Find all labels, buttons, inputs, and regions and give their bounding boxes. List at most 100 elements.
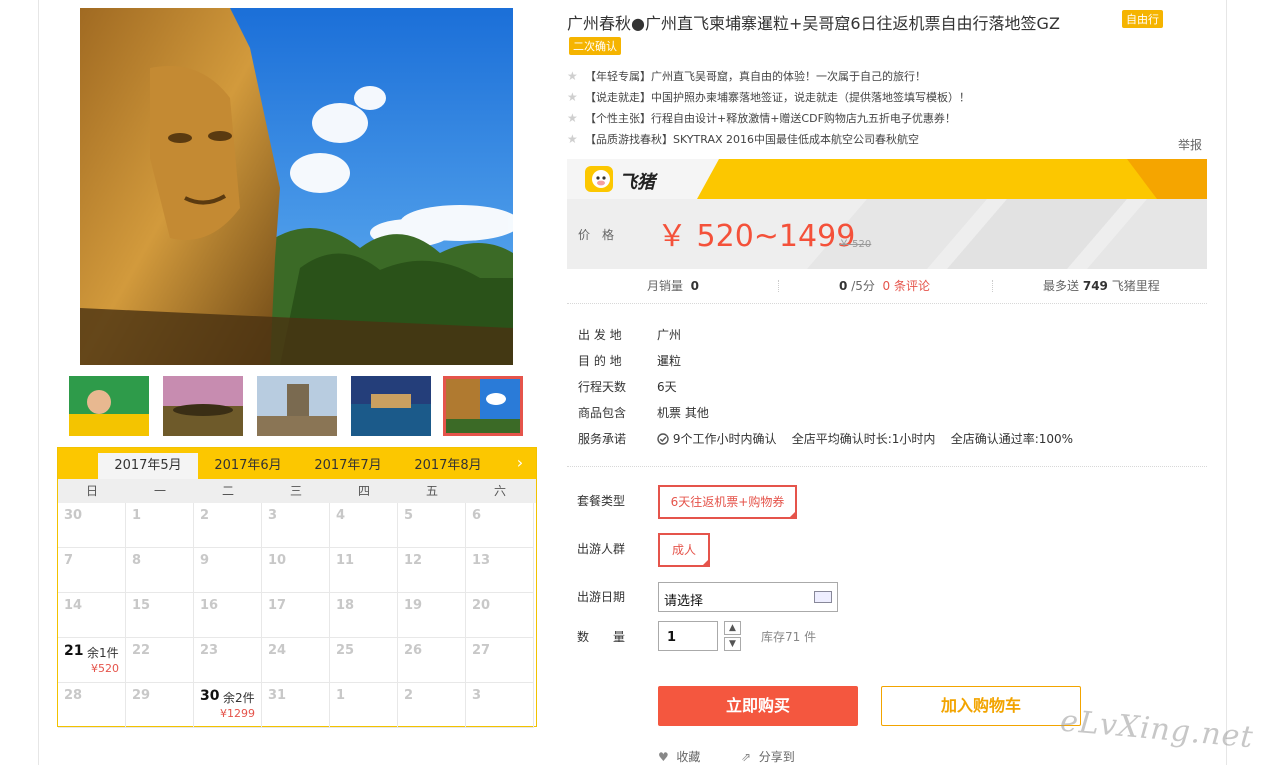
- info-includes: 商品包含 机票 其他: [578, 404, 709, 421]
- calendar-day-cell: 27: [466, 638, 534, 683]
- calendar-day-number: 27: [472, 643, 491, 658]
- calendar-day-cell: 25: [330, 638, 398, 683]
- calendar-month-tabs: 2017年5月 2017年6月 2017年7月 2017年8月 ›: [58, 448, 536, 479]
- star-icon: ★: [567, 69, 578, 83]
- calendar-day-cell: 13: [466, 548, 534, 593]
- package-option-selected[interactable]: 6天往返机票+购物券: [658, 485, 797, 519]
- star-icon: ★: [567, 111, 578, 125]
- travel-date-input[interactable]: 请选择: [658, 582, 838, 612]
- travel-date-label: 出游日期: [577, 590, 626, 604]
- calendar-day-number: 9: [200, 553, 210, 568]
- calendar-tab-august[interactable]: 2017年8月: [398, 453, 498, 479]
- departure-calendar: 2017年5月 2017年6月 2017年7月 2017年8月 › 日 一 二 …: [57, 447, 537, 728]
- weekday-wed: 三: [289, 484, 302, 498]
- weekday-mon: 一: [153, 484, 166, 498]
- info-service: 服务承诺 9个工作小时内确认 全店平均确认时长:1小时内 全店确认通过率:100…: [578, 430, 1073, 447]
- calendar-day-cell: 11: [330, 548, 398, 593]
- calendar-day-cell: 9: [194, 548, 262, 593]
- calendar-day-number: 4: [336, 508, 346, 523]
- reviews-label: 条评论: [893, 279, 930, 293]
- calendar-day-cell: 16: [194, 593, 262, 638]
- includes-label: 商品包含: [578, 406, 627, 420]
- quantity-decrease-button[interactable]: ▼: [724, 637, 741, 651]
- share-link[interactable]: ⇗ 分享到: [741, 748, 795, 765]
- destination-value: 暹粒: [657, 354, 682, 368]
- feature-text: 【说走就走】中国护照办柬埔寨落地签证，说走就走（提供落地签填写模板）！: [585, 91, 970, 104]
- favorite-link[interactable]: ♥ 收藏: [658, 748, 700, 765]
- section-divider: [567, 466, 1207, 467]
- stats-divider: [778, 280, 779, 292]
- calendar-day-cell[interactable]: 30 余2件 ¥1299: [194, 683, 262, 728]
- thumbnail-1[interactable]: [69, 376, 149, 436]
- calendar-tab-may[interactable]: 2017年5月: [98, 453, 198, 479]
- quantity-increase-button[interactable]: ▲: [724, 621, 741, 635]
- calendar-tab-june[interactable]: 2017年6月: [198, 453, 298, 479]
- price-value: ￥ 520~1499: [657, 219, 856, 254]
- thumbnail-2[interactable]: [163, 376, 243, 436]
- departure-label: 出 发 地: [578, 328, 622, 342]
- quantity-input[interactable]: 1: [658, 621, 718, 651]
- calendar-day-number: 25: [336, 643, 355, 658]
- calendar-day-number: 20: [472, 598, 491, 613]
- calendar-day-number: 13: [472, 553, 491, 568]
- service-label: 服务承诺: [578, 432, 627, 446]
- selected-corner-icon: [788, 510, 797, 519]
- thumbnail-5-selected[interactable]: [443, 376, 523, 436]
- quantity-label: 数 量: [577, 630, 626, 644]
- calendar-day-stock: 余1件: [87, 646, 119, 660]
- feature-item: ★ 【个性主张】行程自由设计+释放激情+赠送CDF购物店九五折电子优惠券！: [567, 110, 956, 126]
- calendar-day-cell: 28: [58, 683, 126, 728]
- calendar-day-cell: 20: [466, 593, 534, 638]
- star-icon: ★: [567, 132, 578, 146]
- report-link[interactable]: 举报: [1178, 136, 1202, 153]
- feature-text: 【个性主张】行程自由设计+释放激情+赠送CDF购物店九五折电子优惠券！: [585, 112, 956, 125]
- calendar-day-number: 2: [404, 688, 414, 703]
- feature-item: ★ 【说走就走】中国护照办柬埔寨落地签证，说走就走（提供落地签填写模板）！: [567, 89, 970, 105]
- calendar-day-number: 26: [404, 643, 423, 658]
- calendar-tab-july[interactable]: 2017年7月: [298, 453, 398, 479]
- weekday-sat: 六: [493, 484, 506, 498]
- calendar-day-cell: 22: [126, 638, 194, 683]
- fliggy-banner: 飞猪: [567, 159, 1207, 199]
- calendar-icon[interactable]: [814, 591, 832, 603]
- calendar-day-cell: 17: [262, 593, 330, 638]
- miles-reward: 最多送 749 飞猪里程: [1043, 277, 1160, 295]
- calendar-day-number: 11: [336, 553, 355, 568]
- travel-group-option-selected[interactable]: 成人: [658, 533, 710, 567]
- calendar-day-cell: 8: [126, 548, 194, 593]
- calendar-day-number: 24: [268, 643, 287, 658]
- miles-suffix: 飞猪里程: [1111, 279, 1160, 293]
- reviews-link[interactable]: 0 条评论: [883, 279, 930, 293]
- calendar-day-cell: 23: [194, 638, 262, 683]
- left-frame-line: [38, 0, 39, 765]
- days-label: 行程天数: [578, 380, 627, 394]
- original-price: ￥ 520: [839, 239, 872, 250]
- service-item: 9个工作小时内确认: [672, 432, 777, 446]
- thumbnail-4[interactable]: [351, 376, 431, 436]
- days-value: 6天: [657, 380, 677, 394]
- calendar-day-cell: 29: [126, 683, 194, 728]
- thumbnail-3[interactable]: [257, 376, 337, 436]
- departure-value: 广州: [657, 328, 682, 342]
- sales-stats-bar: 月销量 0 0 /5分 0 条评论 最多送 749 飞猪里程: [567, 277, 1207, 304]
- stock-count: 库存71 件: [761, 630, 817, 644]
- favorite-label: 收藏: [676, 750, 701, 764]
- add-to-cart-button[interactable]: 加入购物车: [881, 686, 1081, 726]
- calendar-day-number: 1: [336, 688, 346, 703]
- buy-now-button[interactable]: 立即购买: [658, 686, 858, 726]
- calendar-day-cell: 2: [398, 683, 466, 728]
- calendar-day-number: 31: [268, 688, 287, 703]
- weekday-sun: 日: [85, 484, 98, 498]
- rating-value: 0: [839, 279, 848, 293]
- travel-date-value: 请选择: [664, 594, 704, 609]
- calendar-day-number: 14: [64, 598, 83, 613]
- monthly-sales-label: 月销量: [647, 279, 684, 293]
- price-label: 价格: [578, 228, 627, 242]
- chevron-right-icon[interactable]: ›: [512, 453, 528, 473]
- calendar-day-cell[interactable]: 21 余1件 ¥520: [58, 638, 126, 683]
- calendar-day-number: 30: [64, 508, 83, 523]
- secondary-confirm-badge: 二次确认: [569, 37, 621, 55]
- calendar-day-cell: 5: [398, 503, 466, 548]
- calendar-day-number: 5: [404, 508, 414, 523]
- fliggy-logo-text: 飞猪: [619, 172, 655, 193]
